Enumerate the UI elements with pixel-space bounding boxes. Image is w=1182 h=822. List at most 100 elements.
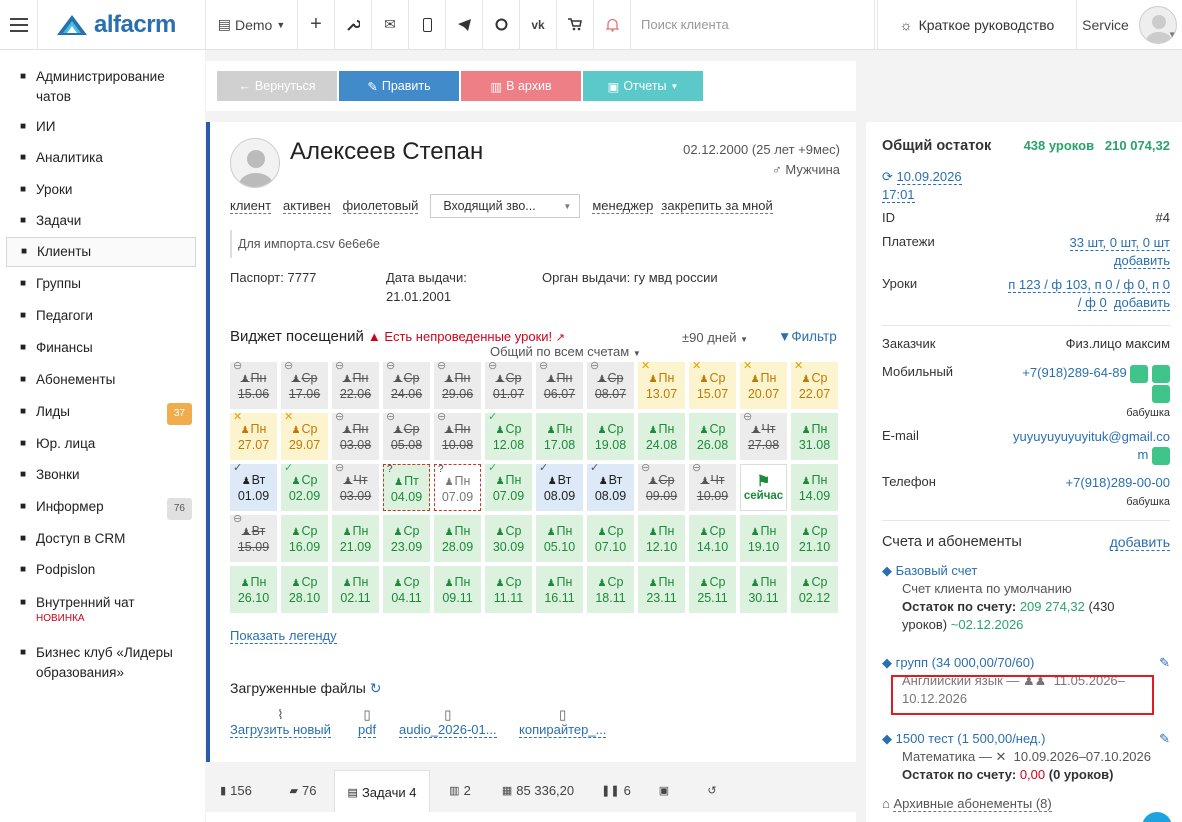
attendance-cell[interactable]: ♟Пн 12.10 [638, 515, 685, 562]
sidebar-item[interactable]: ■ Администрирование чатов [6, 67, 196, 107]
attendance-cell[interactable]: ⊖ ♟Ср 05.08 [383, 412, 430, 460]
attendance-cell[interactable]: ? ♟Пт 04.09 [383, 464, 430, 511]
attendance-cell[interactable]: ⊖ ♟Чт 27.08 [740, 412, 787, 460]
attendance-cell[interactable]: ♟Пн 17.08 [536, 413, 583, 460]
sidebar-item[interactable]: ■ ИИ [6, 117, 196, 137]
attendance-cell[interactable]: ✓ ♟Вт 08.09 [587, 463, 634, 511]
attendance-cell[interactable]: ? ♟Пн 07.09 [434, 464, 481, 511]
sidebar-item[interactable]: ■ Информер 76 [6, 497, 196, 520]
attendance-cell[interactable]: ♟Ср 19.08 [587, 413, 634, 460]
file-item[interactable]: ▯ копирайтер_... [519, 708, 607, 738]
sync-time[interactable]: ⟳ 10.09.2026 17:01 [882, 168, 1170, 204]
tab-item[interactable]: ▮ 156 [206, 770, 266, 810]
reports-button[interactable]: ▣ Отчеты ▼ [583, 71, 703, 101]
tab-item[interactable]: ▤ Задачи 4 [334, 770, 430, 814]
sidebar-item[interactable]: ■ Финансы [6, 338, 196, 358]
attendance-cell[interactable]: ♟Пн 05.10 [536, 515, 583, 562]
file-item[interactable]: ▯ audio_2026-01... [399, 708, 497, 738]
attendance-cell[interactable]: ✕ ♟Ср 15.07 [689, 361, 736, 409]
attendance-cell[interactable]: ♟Ср 30.09 [485, 515, 532, 562]
attendance-cell[interactable]: ♟Пн 16.11 [536, 566, 583, 613]
archived-subscriptions[interactable]: ⌂ Архивные абонементы (8) [882, 796, 1170, 814]
attendance-cell[interactable]: ♟Пн 28.09 [434, 515, 481, 562]
attendance-cell[interactable]: ⊖ ♟Пн 29.06 [434, 361, 481, 409]
tab-item[interactable]: ❚❚ 6 [594, 770, 638, 810]
file-item[interactable]: ▯ pdf [358, 708, 377, 738]
attendance-cell[interactable]: ⊖ ♟Ср 17.06 [281, 361, 328, 409]
attendance-cell[interactable]: ⊖ ♟Пн 15.06 [230, 361, 277, 409]
warning[interactable]: ▲ Есть непроведенные уроки! ↗ [368, 329, 565, 344]
attendance-cell[interactable]: ✕ ♟Ср 29.07 [281, 412, 328, 460]
envelope-icon[interactable]: ✉ [372, 0, 409, 50]
sidebar-item[interactable]: ■ Лиды 37 [6, 402, 196, 425]
sidebar-item[interactable]: ■ Podpislon [6, 560, 196, 580]
sidebar-item[interactable]: ■ Внутренний чат НОВИНКА [6, 593, 196, 624]
attendance-cell[interactable]: ♟Пн 26.10 [230, 566, 277, 613]
attendance-cell[interactable]: ♟Пн 23.11 [638, 566, 685, 613]
tab-item[interactable]: ▣ [646, 770, 686, 810]
mobile-icon[interactable] [409, 0, 446, 50]
upload-file[interactable]: ⌇ Загрузить новый [230, 708, 331, 738]
demo-dropdown[interactable]: ▤ Demo ▼ [206, 0, 298, 50]
phone-value[interactable]: +7(918)289-00-00 [1066, 475, 1170, 490]
call-status-select[interactable]: Входящий зво... ▼ [430, 194, 581, 218]
mobile-value[interactable]: +7(918)289-64-89 [1022, 365, 1126, 380]
tab-item[interactable]: ▥ 2 [438, 770, 482, 810]
attendance-cell[interactable]: ♟Ср 02.12 [791, 566, 838, 613]
base-account-title[interactable]: Базовый счет [896, 563, 978, 578]
manager-link[interactable]: менеджер [592, 198, 654, 214]
telegram-icon[interactable] [446, 0, 483, 50]
lessons-value[interactable]: п 123 / ф 103, п 0 / ф 0, п 0 [1008, 277, 1170, 293]
attendance-cell[interactable]: ♟Ср 28.10 [281, 566, 328, 613]
attendance-cell[interactable]: ♟Пн 21.09 [332, 515, 379, 562]
archive-button[interactable]: ▥ В архив [461, 71, 581, 101]
subscription-title[interactable]: групп (34 000,00/70/60) [896, 655, 1035, 670]
attendance-cell[interactable]: ⊖ ♟Ср 08.07 [587, 361, 634, 409]
attendance-cell[interactable]: ♟Пн 02.11 [332, 566, 379, 613]
lessons-value-2[interactable]: / ф 0 [1077, 295, 1107, 311]
attendance-cell[interactable]: ⊖ ♟Пн 10.08 [434, 412, 481, 460]
viber-icon[interactable] [1152, 384, 1170, 403]
attendance-cell[interactable]: ⊖ ♟Пн 22.06 [332, 361, 379, 409]
tab-item[interactable]: ▦ 85 336,20 [490, 770, 586, 810]
attendance-cell[interactable]: ♟Ср 14.10 [689, 515, 736, 562]
attendance-cell[interactable]: ⊖ ♟Ср 24.06 [383, 361, 430, 409]
user-menu[interactable]: Service [1077, 0, 1182, 50]
attendance-cell[interactable]: ♟Ср 07.10 [587, 515, 634, 562]
email-value-2[interactable]: m [1138, 447, 1149, 462]
attendance-cell[interactable]: ✕ ♟Пн 20.07 [740, 361, 787, 409]
pencil-icon[interactable]: ✎ [1159, 654, 1170, 672]
sidebar-item[interactable]: ■ Уроки [6, 180, 196, 200]
attendance-cell[interactable]: ♟Ср 16.09 [281, 515, 328, 562]
add-lesson-link[interactable]: добавить [1113, 295, 1170, 311]
days-dropdown[interactable]: ±90 дней ▼ [682, 330, 748, 345]
attendance-cell[interactable]: ⊖ ♟Вт 15.09 [230, 514, 277, 562]
attendance-cell[interactable]: ♟Пн 31.08 [791, 413, 838, 460]
client-avatar[interactable] [230, 138, 280, 188]
attendance-cell[interactable]: ♟Пн 24.08 [638, 413, 685, 460]
cart-icon[interactable] [557, 0, 594, 50]
whatsapp-icon[interactable] [483, 0, 520, 50]
attendance-cell[interactable]: ♟Ср 21.10 [791, 515, 838, 562]
sidebar-item[interactable]: ■ Задачи [6, 211, 196, 231]
sidebar-item[interactable]: ■ Звонки [6, 465, 196, 485]
pin-link[interactable]: закрепить за мной [661, 198, 773, 214]
attendance-cell[interactable]: ♟Ср 25.11 [689, 566, 736, 613]
filter-button[interactable]: ▼Фильтр [778, 329, 837, 344]
wrench-icon[interactable] [335, 0, 372, 50]
sms-icon[interactable] [1130, 364, 1149, 383]
show-legend-link[interactable]: Показать легенду [230, 628, 337, 644]
attendance-cell[interactable]: ✓ ♟Вт 01.09 [230, 463, 277, 511]
attendance-cell[interactable]: ♟Пн 19.10 [740, 515, 787, 562]
bell-icon[interactable] [594, 0, 631, 50]
attendance-cell[interactable]: ♟Ср 23.09 [383, 515, 430, 562]
plus-icon[interactable]: + [298, 0, 335, 50]
back-button[interactable]: ← Вернуться [217, 71, 337, 101]
email-value[interactable]: yuyuyuyuyuyituk@gmail.co [1013, 429, 1170, 444]
email-send-icon[interactable] [1152, 446, 1170, 465]
vk-icon[interactable]: vk [520, 0, 557, 50]
tab-item[interactable]: ↺ [694, 770, 734, 810]
tag-color[interactable]: фиолетовый [342, 198, 419, 214]
attendance-cell[interactable]: ✕ ♟Пн 13.07 [638, 361, 685, 409]
attendance-cell[interactable]: ⊖ ♟Ср 09.09 [638, 463, 685, 511]
